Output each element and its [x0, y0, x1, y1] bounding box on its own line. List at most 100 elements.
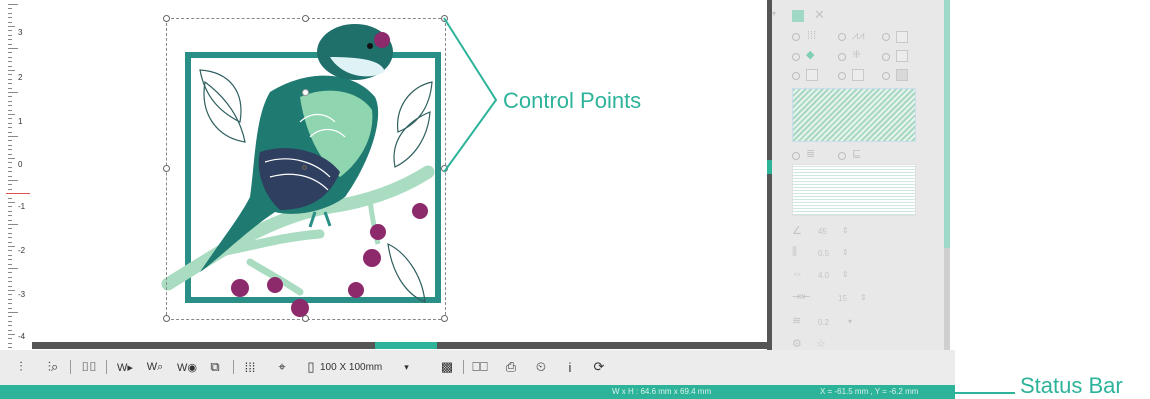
ruler-tick — [8, 136, 18, 137]
stitch-type-radio[interactable] — [882, 33, 890, 41]
stitch-pattern-icon — [896, 31, 908, 43]
ruler-tick — [8, 250, 12, 252]
hoop-size-select[interactable]: 100 X 100mm ▾ — [320, 359, 428, 375]
angle-value[interactable]: 45 — [818, 227, 827, 236]
hoop-icon[interactable]: ⌷⌷ — [78, 358, 100, 376]
collapse-arrow-icon[interactable]: ▾ — [772, 8, 776, 20]
butterfly-icon[interactable]: ✕ — [814, 8, 825, 21]
pull-comp-value[interactable]: 0.2 — [818, 318, 829, 327]
ruler-tick — [8, 259, 12, 261]
needle-search-icon[interactable]: ⫶⌕ — [42, 358, 64, 376]
status-bar-callout-line — [955, 392, 1015, 394]
stitch-pattern-icon: ⁜ — [852, 49, 862, 61]
ruler-label: -1 — [18, 202, 26, 211]
stitch-type-radio[interactable] — [792, 33, 800, 41]
control-point[interactable] — [302, 315, 309, 322]
refresh-icon[interactable]: ⟳ — [590, 358, 608, 376]
ruler-tick — [8, 246, 15, 247]
pull-comp-dropdown-icon[interactable]: ▾ — [848, 317, 852, 326]
fill-checkbox-icon[interactable] — [792, 10, 804, 22]
ruler-tick — [8, 114, 15, 115]
stitch-type-radio[interactable] — [882, 53, 890, 61]
ruler-tick — [8, 96, 12, 98]
ruler-tick — [8, 26, 15, 27]
stitch-search-icon[interactable]: W⌕ — [142, 358, 168, 376]
control-point[interactable] — [163, 15, 170, 22]
timer-icon[interactable]: ⏲ — [530, 358, 552, 376]
ruler-tick — [8, 202, 15, 203]
stitch-type-radio[interactable] — [882, 72, 890, 80]
stitch-type-radio[interactable] — [838, 72, 846, 80]
stitch-type-radio[interactable] — [838, 33, 846, 41]
horizontal-scrollbar[interactable] — [32, 342, 767, 349]
star-icon: ☆ — [816, 338, 826, 350]
control-point[interactable] — [163, 315, 170, 322]
length-stepper-icon[interactable]: ⇕ — [842, 270, 849, 279]
ruler-tick — [8, 175, 12, 177]
stitch-type-radio[interactable] — [792, 72, 800, 80]
stitch-pattern-icon — [806, 69, 818, 81]
ruler-tick — [8, 272, 12, 274]
ruler-label: 0 — [18, 160, 23, 169]
control-point[interactable] — [163, 165, 170, 172]
angle-icon: ∠ — [792, 225, 802, 237]
ruler-tick — [8, 43, 12, 45]
stitch-view-icon[interactable]: W◉ — [174, 358, 200, 376]
ruler-tick — [8, 105, 12, 107]
offset-value[interactable]: 15 — [838, 294, 847, 303]
ruler-label: -4 — [18, 332, 26, 341]
stitch-type-radio[interactable] — [792, 53, 800, 61]
ruler-tick — [8, 237, 12, 239]
control-point[interactable] — [441, 315, 448, 322]
panel-scroll-thumb[interactable] — [944, 0, 950, 248]
rotation-point[interactable] — [302, 89, 309, 96]
ruler-tick — [8, 290, 15, 291]
offset-stepper-icon[interactable]: ⇕ — [860, 293, 867, 302]
ruler-tick — [8, 61, 12, 63]
ruler-tick — [8, 70, 15, 71]
crosshair-icon[interactable]: ⌖ — [272, 358, 292, 376]
stitch-type-radio[interactable] — [838, 53, 846, 61]
info-icon[interactable]: i — [562, 358, 578, 376]
angle-stepper-icon[interactable]: ⇕ — [842, 226, 849, 235]
density-value[interactable]: 0.5 — [818, 249, 829, 258]
ruler-tick — [8, 34, 12, 36]
export-icon[interactable]: ⎙ — [500, 358, 522, 376]
density-stepper-icon[interactable]: ⇕ — [842, 248, 849, 257]
stitch-type-radio[interactable] — [838, 152, 846, 160]
ruler-tick — [8, 149, 12, 151]
ruler-tick — [8, 153, 12, 155]
ruler-tick — [8, 21, 12, 23]
ruler-label: -3 — [18, 290, 26, 299]
stitch-type-radio[interactable] — [792, 152, 800, 160]
ruler-tick — [8, 17, 12, 19]
ruler-tick — [8, 158, 15, 159]
ruler-tick — [8, 281, 12, 283]
ruler-tick — [8, 48, 18, 49]
ruler-tick — [8, 276, 12, 278]
control-point[interactable] — [302, 15, 309, 22]
horizontal-scroll-thumb[interactable] — [375, 342, 437, 349]
length-icon: ⇔ — [792, 268, 803, 280]
stitch-play-icon[interactable]: W▸ — [112, 358, 138, 376]
ruler-tick — [8, 325, 12, 327]
ruler-tick — [8, 144, 12, 146]
length-value[interactable]: 4.0 — [818, 271, 829, 280]
layers-icon[interactable]: ⧉ — [206, 358, 224, 376]
book-icon[interactable]: ⎕⎕ — [470, 358, 490, 376]
offset-icon: ⇥⇤ — [792, 291, 811, 303]
grid-icon[interactable]: ⁞⁞⁞ — [240, 358, 260, 376]
needle-icon[interactable]: ⫶ — [12, 358, 30, 376]
ruler-tick — [8, 224, 18, 225]
ruler-tick — [8, 303, 12, 305]
ruler-tick — [8, 334, 15, 335]
toolbar-divider — [463, 360, 464, 374]
ruler-tick — [8, 56, 12, 58]
ruler-tick — [8, 100, 12, 102]
hoop-frame-icon[interactable]: ▯ — [302, 358, 320, 376]
ruler-tick — [8, 329, 12, 331]
center-point[interactable] — [302, 165, 307, 170]
status-bar: W x H : 64.6 mm x 69.4 mm X = -61.5 mm ,… — [0, 385, 955, 399]
pattern-fill-icon[interactable]: ▩ — [438, 358, 456, 376]
ruler-tick — [8, 122, 12, 124]
